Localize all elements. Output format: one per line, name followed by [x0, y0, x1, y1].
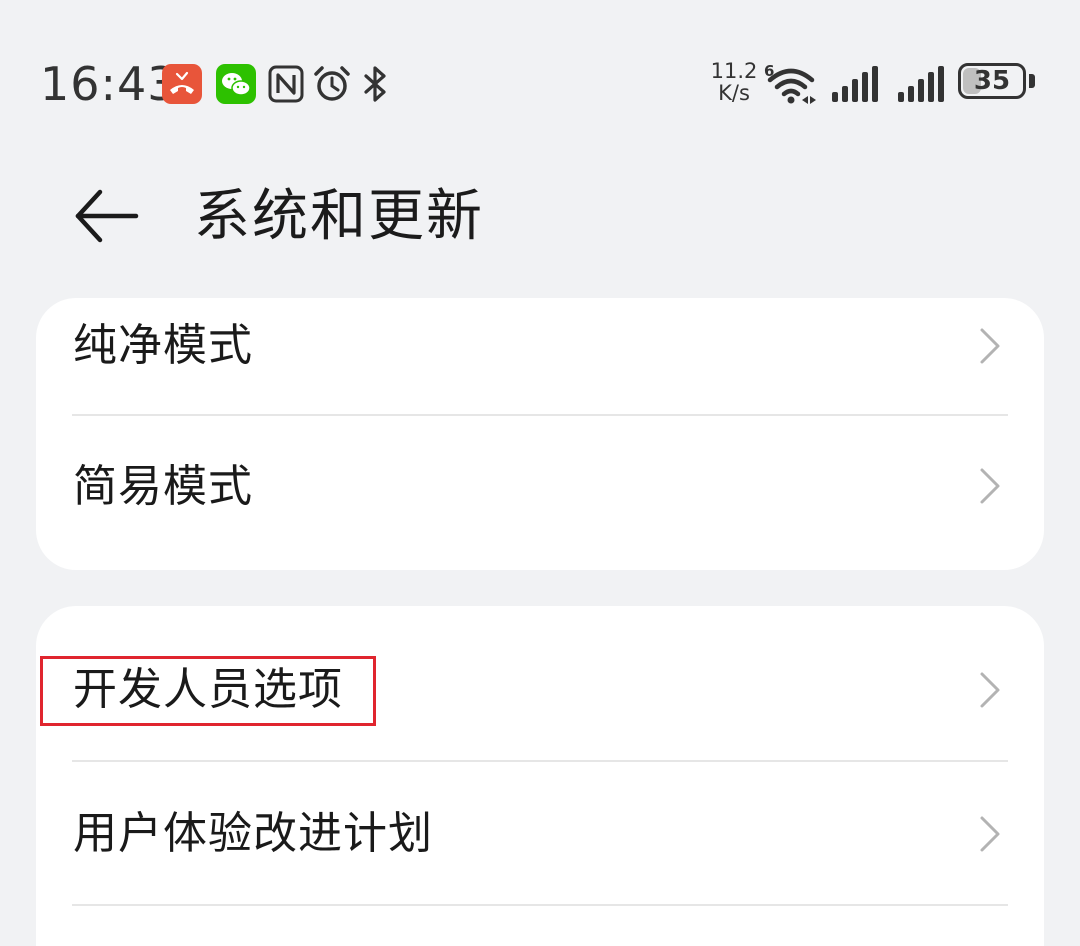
- call-missed-icon: [162, 64, 202, 104]
- battery-icon: 35: [958, 63, 1026, 99]
- wechat-icon: [216, 64, 256, 104]
- list-item-developer-options[interactable]: 开发人员选项: [36, 606, 1044, 760]
- page-title: 系统和更新: [194, 184, 484, 249]
- settings-group: 开发人员选项 用户体验改进计划: [36, 606, 1044, 946]
- chevron-right-icon: [980, 816, 1000, 852]
- chevron-right-icon: [980, 328, 1000, 364]
- back-button[interactable]: [66, 176, 150, 260]
- chevron-right-icon: [980, 672, 1000, 708]
- network-speed: 11.2 K/s: [706, 60, 762, 104]
- network-speed-unit: K/s: [718, 81, 750, 105]
- arrow-left-icon: [75, 189, 139, 243]
- alarm-icon: [314, 66, 350, 101]
- signal-icon: [898, 66, 944, 102]
- nfc-icon: [268, 65, 304, 103]
- list-item-label: 开发人员选项: [73, 664, 343, 715]
- status-bar: 16:43 11.2 K/s 6 35: [0, 0, 1080, 170]
- status-time: 16:43: [40, 57, 178, 111]
- battery-level: 35: [973, 66, 1011, 96]
- list-item-label: 用户体验改进计划: [73, 808, 433, 859]
- divider: [72, 904, 1008, 906]
- battery-cap: [1029, 74, 1035, 88]
- chevron-right-icon: [980, 468, 1000, 504]
- signal-icon: [832, 66, 878, 102]
- wifi-icon: 6: [764, 62, 816, 104]
- list-item-simple-mode[interactable]: 简易模式: [36, 416, 1044, 558]
- list-item-label: 简易模式: [73, 461, 253, 512]
- list-item-label: 纯净模式: [73, 320, 253, 371]
- bluetooth-icon: [364, 66, 386, 102]
- settings-group: 纯净模式 简易模式: [36, 298, 1044, 570]
- list-item-user-experience-program[interactable]: 用户体验改进计划: [36, 762, 1044, 904]
- network-speed-value: 11.2: [710, 59, 758, 83]
